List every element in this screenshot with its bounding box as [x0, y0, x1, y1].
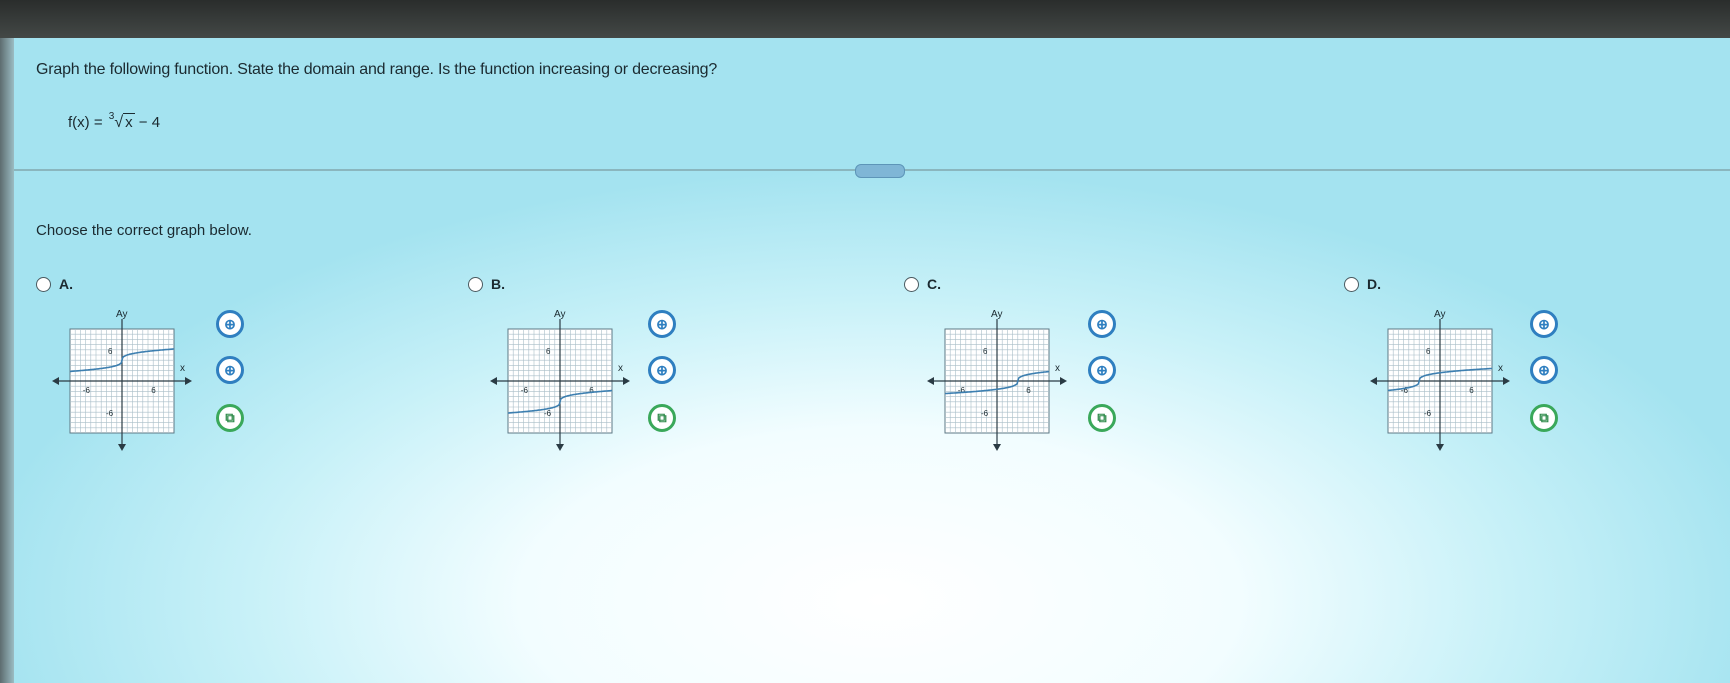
graph-d: Ayx66-6-6: [1370, 309, 1510, 451]
x-axis-arrow-right: [1060, 377, 1067, 385]
zoom-out-icon[interactable]: ⊕: [1088, 356, 1116, 384]
x-axis-arrow-left: [490, 377, 497, 385]
window-left-edge: [0, 38, 14, 683]
choice-c-radio[interactable]: [904, 277, 919, 292]
x-axis-arrow-left: [927, 377, 934, 385]
x-axis-arrow-right: [623, 377, 630, 385]
edit-icon[interactable]: ⧉: [216, 404, 244, 432]
zoom-in-icon[interactable]: ⊕: [648, 310, 676, 338]
function-formula: f(x) = 3√ x − 4: [68, 111, 161, 132]
tick-label-y-pos: 6: [983, 347, 988, 356]
y-axis-arrow-down: [118, 444, 126, 451]
y-axis-arrow-down: [993, 444, 1001, 451]
tick-label-x-pos: 6: [1026, 386, 1031, 395]
tick-label-y-neg: -6: [106, 409, 114, 418]
graph-c: Ay x 6 6 -6 -6: [927, 309, 1067, 451]
y-axis-label: Ay: [116, 309, 128, 320]
x-axis-arrow-left: [52, 377, 59, 385]
choice-a-label: A.: [59, 276, 73, 292]
expand-more-button[interactable]: [855, 164, 905, 178]
y-axis-arrow-down: [1436, 444, 1444, 451]
tick-label-x-neg: -6: [83, 386, 91, 395]
choice-a-radio[interactable]: [36, 277, 51, 292]
tick-label-x-pos: 6: [589, 386, 594, 395]
tick-label-x-neg: -6: [958, 386, 966, 395]
edit-icon[interactable]: ⧉: [648, 404, 676, 432]
graph-b: Ay x 6 6 -6 -6: [490, 309, 630, 451]
radical-sign: √: [114, 114, 124, 131]
tick-label-y-neg: -6: [1424, 409, 1432, 418]
zoom-in-icon[interactable]: ⊕: [1530, 310, 1558, 338]
choice-c-label: C.: [927, 276, 941, 292]
zoom-out-icon[interactable]: ⊕: [216, 356, 244, 384]
formula-lhs: f(x) =: [68, 114, 103, 131]
x-axis-arrow-right: [185, 377, 192, 385]
tick-label-y-neg: -6: [544, 409, 552, 418]
x-axis-arrow-left: [1370, 377, 1377, 385]
y-axis-arrow-down: [556, 444, 564, 451]
choice-d-radio[interactable]: [1344, 277, 1359, 292]
zoom-out-icon[interactable]: ⊕: [1530, 356, 1558, 384]
question-text: Graph the following function. State the …: [36, 61, 718, 78]
x-axis-label: x: [618, 363, 623, 374]
choose-prompt: Choose the correct graph below.: [36, 222, 252, 239]
tick-label-y-pos: 6: [1426, 347, 1431, 356]
tick-label-x-pos: 6: [1469, 386, 1474, 395]
y-axis-label: Ay: [1434, 309, 1446, 320]
radicand: x: [123, 113, 135, 131]
x-axis-label: x: [1055, 363, 1060, 374]
choice-b-label: B.: [491, 276, 505, 292]
browser-top-bar: [0, 0, 1730, 38]
tick-label-x-neg: -6: [521, 386, 529, 395]
y-axis-label: Ay: [991, 309, 1003, 320]
root-index: 3: [108, 111, 115, 122]
x-axis-label: x: [1498, 363, 1503, 374]
edit-icon[interactable]: ⧉: [1088, 404, 1116, 432]
tick-label-y-neg: -6: [981, 409, 989, 418]
zoom-in-icon[interactable]: ⊕: [216, 310, 244, 338]
choice-b-radio[interactable]: [468, 277, 483, 292]
zoom-out-icon[interactable]: ⊕: [648, 356, 676, 384]
tick-label-y-pos: 6: [108, 347, 113, 356]
y-axis-label: Ay: [554, 309, 566, 320]
choice-d-label: D.: [1367, 276, 1381, 292]
x-axis-arrow-right: [1503, 377, 1510, 385]
x-axis-label: x: [180, 363, 185, 374]
edit-icon[interactable]: ⧉: [1530, 404, 1558, 432]
zoom-in-icon[interactable]: ⊕: [1088, 310, 1116, 338]
formula-rhs: − 4: [138, 114, 161, 131]
tick-label-y-pos: 6: [546, 347, 551, 356]
tick-label-x-pos: 6: [151, 386, 156, 395]
graph-a: Ay x 6 6 -6 -6: [52, 309, 192, 451]
